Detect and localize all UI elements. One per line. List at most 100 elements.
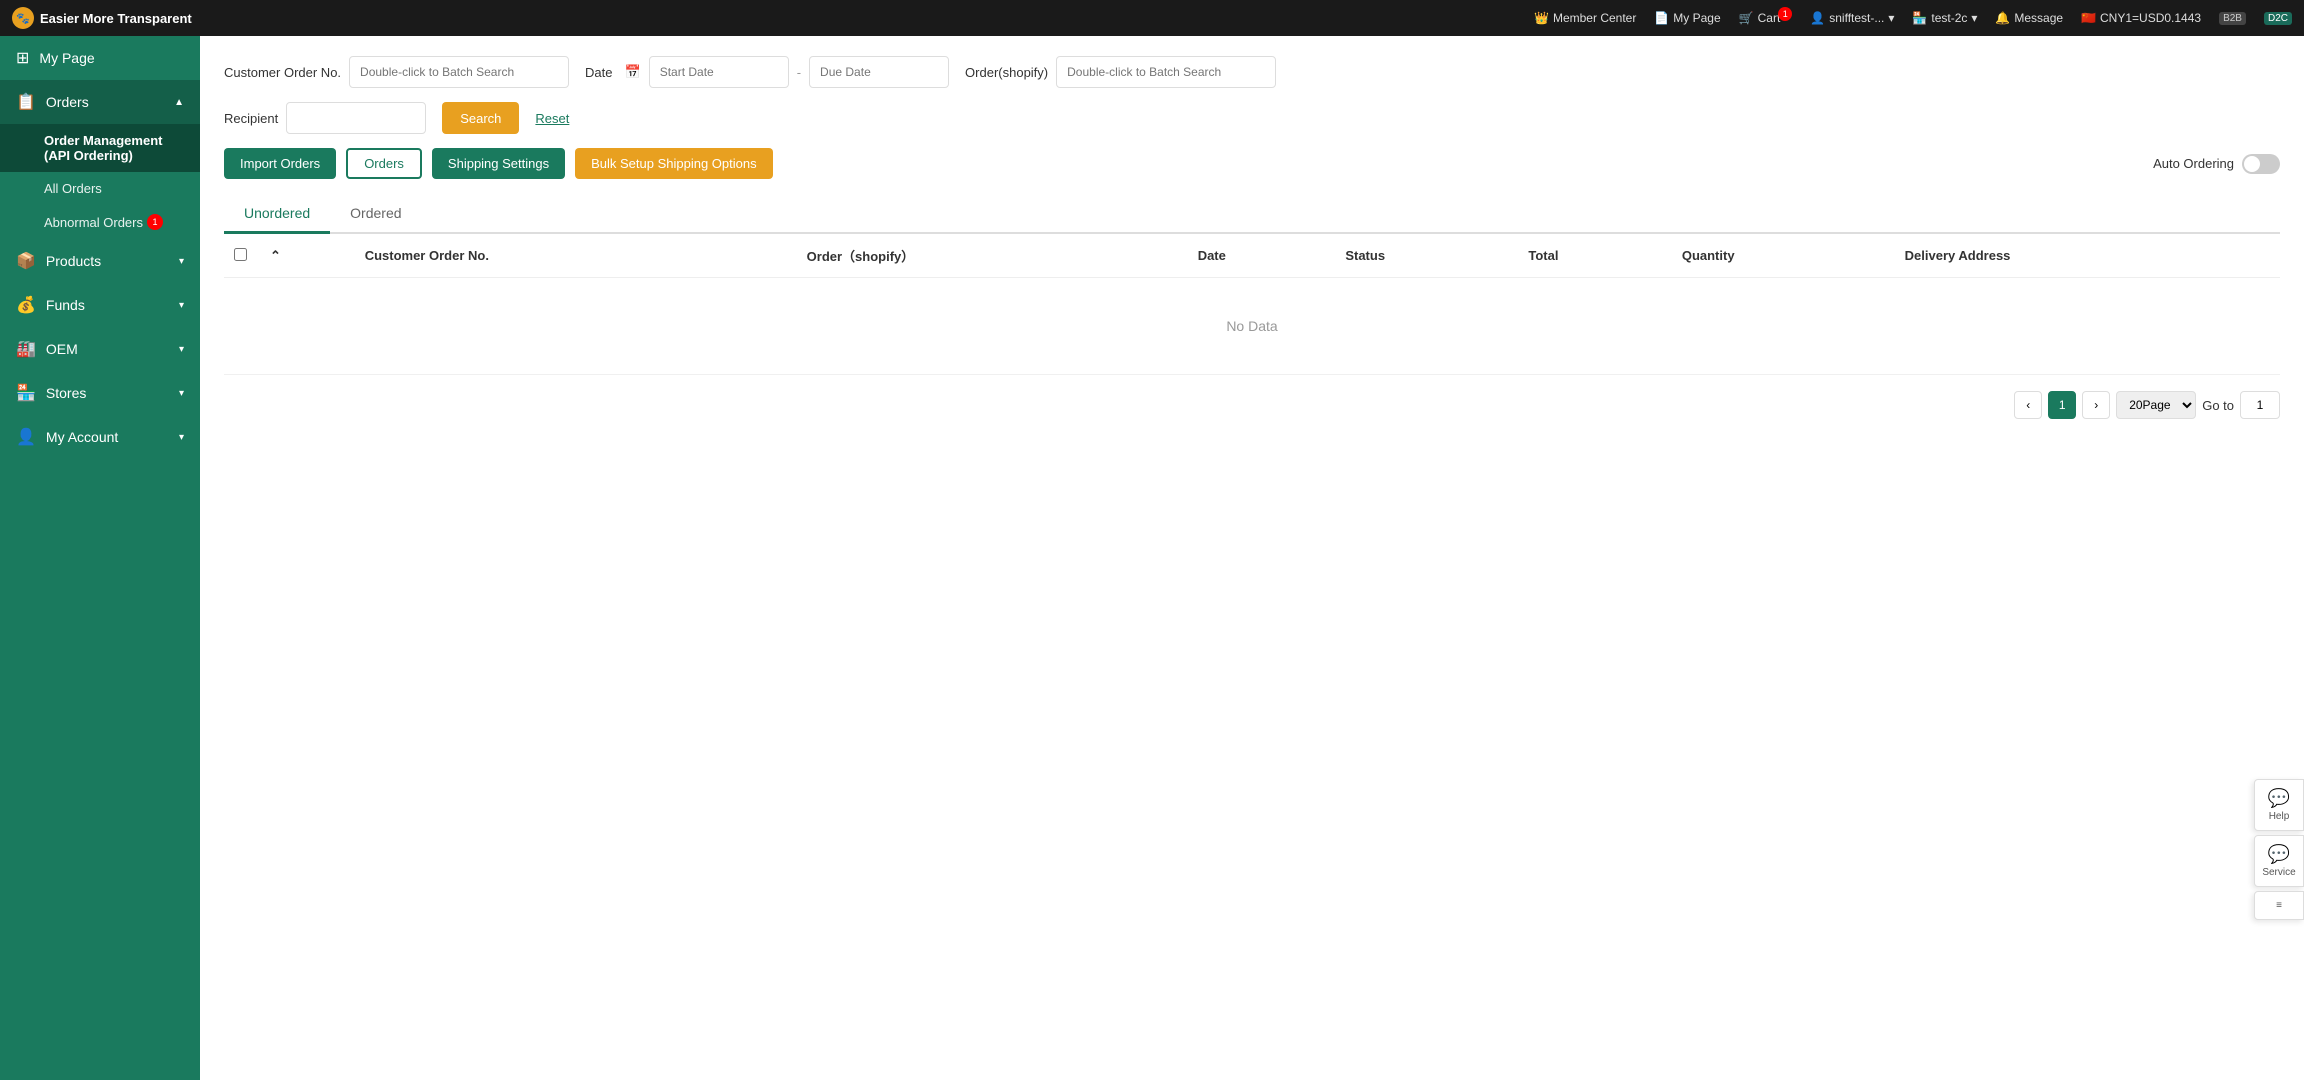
date-label: Date [585,65,612,80]
top-nav-right: 👑 Member Center 📄 My Page 🛒 Cart 1 👤 sni… [1534,11,2292,25]
calendar-icon[interactable]: 📅 [625,64,641,80]
sidebar-subitem-all-orders[interactable]: All Orders [0,172,200,205]
customer-order-input[interactable] [349,56,569,88]
sort-header[interactable]: ⌃ [260,234,355,278]
sidebar-item-orders[interactable]: 📋 Orders ▲ [0,80,200,124]
delivery-address-header: Delivery Address [1895,234,2280,278]
sort-icon: ⌃ [270,248,281,263]
sidebar-item-oem[interactable]: 🏭 OEM ▾ [0,327,200,371]
scroll-widget[interactable]: ≡ [2254,891,2304,920]
search-button[interactable]: Search [442,102,519,134]
tab-ordered[interactable]: Ordered [330,195,421,234]
service-button[interactable]: 💬 Service [2254,835,2304,887]
floating-panel: 💬 Help 💬 Service ≡ [2254,779,2304,920]
brand-name: Easier More Transparent [40,11,192,26]
cart-link[interactable]: 🛒 Cart 1 [1739,11,1793,25]
tab-unordered[interactable]: Unordered [224,195,330,234]
cart-badge: 1 [1778,7,1792,21]
user-dropdown[interactable]: 👤 snifftest-... ▾ [1810,11,1894,25]
prev-page-button[interactable]: ‹ [2014,391,2042,419]
page-size-select[interactable]: 20Page [2116,391,2196,419]
orders-button[interactable]: Orders [346,148,422,179]
action-buttons: Import Orders Orders Shipping Settings B… [224,148,2280,179]
service-label: Service [2262,867,2295,878]
import-orders-button[interactable]: Import Orders [224,148,336,179]
reset-button[interactable]: Reset [535,111,569,126]
content-area: Customer Order No. Date 📅 - Order(shopif… [200,36,2304,1080]
recipient-field: Recipient [224,102,426,134]
chevron-down-icon-products: ▾ [179,256,184,267]
start-date-input[interactable] [649,56,789,88]
orders-table: ⌃ Customer Order No. Order（shopify） Date [224,234,2280,375]
sidebar-label-products: Products [46,253,101,269]
sidebar-label-my-account: My Account [46,429,118,445]
sidebar-subitem-abnormal-orders[interactable]: Abnormal Orders 1 [0,205,200,239]
sidebar-item-products[interactable]: 📦 Products ▾ [0,239,200,283]
member-center-link[interactable]: 👑 Member Center [1534,11,1636,25]
message-link[interactable]: 🔔 Message [1995,11,2063,25]
table-container: ⌃ Customer Order No. Order（shopify） Date [224,234,2280,375]
help-icon: 💬 [2268,788,2290,809]
chevron-down-icon: ▾ [1888,11,1894,25]
main-content: Customer Order No. Date 📅 - Order(shopif… [200,36,2304,1080]
sidebar-label-stores: Stores [46,385,86,401]
end-date-input[interactable] [809,56,949,88]
tag-b2b[interactable]: B2B [2219,12,2246,25]
bell-icon: 🔔 [1995,11,2010,25]
sidebar-label-all-orders: All Orders [44,181,102,196]
auto-ordering-label: Auto Ordering [2153,156,2234,171]
select-all-header[interactable] [224,234,260,278]
flag-icon: 🇨🇳 [2081,11,2096,25]
sidebar-subitem-order-management[interactable]: Order Management (API Ordering) [0,124,200,172]
next-page-button[interactable]: › [2082,391,2110,419]
chevron-up-icon: ▲ [174,97,184,108]
tabs: Unordered Ordered [224,195,2280,234]
chevron-down-icon-funds: ▾ [179,300,184,311]
my-page-link[interactable]: 📄 My Page [1654,11,1720,25]
products-icon: 📦 [16,251,36,271]
sidebar-label-my-page: My Page [39,50,94,66]
brand-icon: 🐾 [12,7,34,29]
account-icon: 👤 [16,427,36,447]
table-header: ⌃ Customer Order No. Order（shopify） Date [224,234,2280,278]
sidebar-label-order-management: Order Management (API Ordering) [44,133,162,163]
abnormal-badge: 1 [147,214,163,230]
order-shopify-field: Order(shopify) [965,56,1276,88]
tag-d2c[interactable]: D2C [2264,12,2292,25]
chevron-down-icon-stores: ▾ [179,388,184,399]
help-label: Help [2269,811,2290,822]
page-1-button[interactable]: 1 [2048,391,2076,419]
bulk-setup-button[interactable]: Bulk Setup Shipping Options [575,148,773,179]
search-bar: Customer Order No. Date 📅 - Order(shopif… [224,56,2280,88]
customer-order-field: Customer Order No. [224,56,569,88]
recipient-input[interactable] [286,102,426,134]
sidebar-label-orders: Orders [46,94,89,110]
auto-ordering-control: Auto Ordering [2153,154,2280,174]
store-icon: 🏪 [1912,11,1927,25]
table-body: No Data [224,278,2280,375]
auto-ordering-toggle[interactable] [2242,154,2280,174]
store-dropdown[interactable]: 🏪 test-2c ▾ [1912,11,1977,25]
cart-icon: 🛒 [1739,11,1754,25]
stores-icon: 🏪 [16,383,36,403]
orders-icon: 📋 [16,92,36,112]
customer-order-no-header: Customer Order No. [355,234,797,278]
help-button[interactable]: 💬 Help [2254,779,2304,831]
shipping-settings-button[interactable]: Shipping Settings [432,148,565,179]
no-data-cell: No Data [224,278,2280,375]
goto-input[interactable] [2240,391,2280,419]
sidebar-item-my-account[interactable]: 👤 My Account ▾ [0,415,200,459]
scroll-icon: ≡ [2276,900,2282,911]
chevron-down-icon-store: ▾ [1971,11,1977,25]
home-icon: ⊞ [16,48,29,68]
quantity-header: Quantity [1672,234,1895,278]
sidebar-item-funds[interactable]: 💰 Funds ▾ [0,283,200,327]
order-shopify-input[interactable] [1056,56,1276,88]
order-shopify-header: Order（shopify） [797,234,1188,278]
select-all-checkbox[interactable] [234,248,247,261]
sidebar-label-funds: Funds [46,297,85,313]
order-shopify-label: Order(shopify) [965,65,1048,80]
sidebar-item-my-page[interactable]: ⊞ My Page [0,36,200,80]
page-icon: 📄 [1654,11,1669,25]
sidebar-item-stores[interactable]: 🏪 Stores ▾ [0,371,200,415]
